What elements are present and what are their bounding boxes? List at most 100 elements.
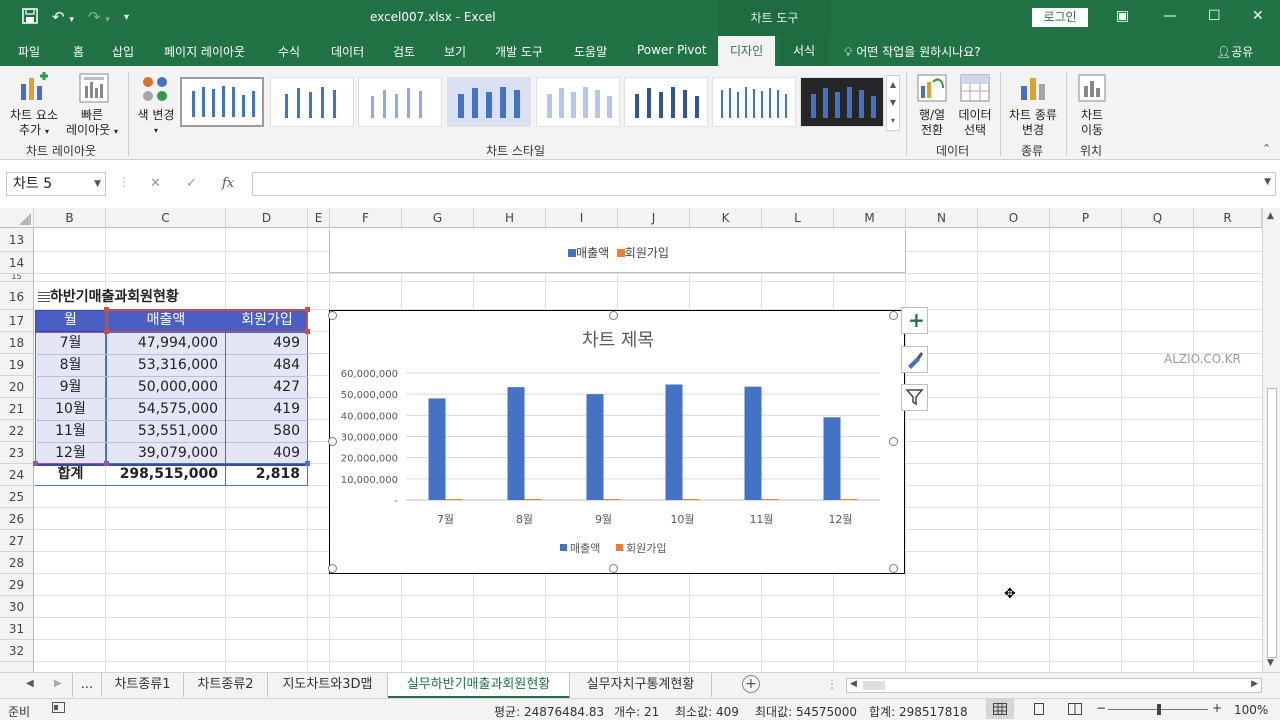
sheet-tab[interactable]: 차트종류2: [184, 673, 268, 697]
scroll-down-icon[interactable]: ▼: [887, 94, 899, 112]
select-data-icon[interactable]: [960, 74, 990, 105]
enter-icon[interactable]: ✓: [186, 176, 197, 191]
table-cell[interactable]: 9월: [35, 376, 106, 398]
switch-row-column-icon[interactable]: [917, 74, 947, 105]
select-all-corner[interactable]: [0, 208, 34, 228]
table-cell[interactable]: 47,994,000: [106, 332, 226, 354]
row-header[interactable]: 24: [0, 464, 34, 486]
sheet-tab[interactable]: 차트종류1: [102, 673, 184, 697]
column-header[interactable]: R: [1194, 208, 1262, 228]
scroll-thumb[interactable]: [1267, 388, 1277, 658]
add-chart-element-button[interactable]: 차트 요소 추가 ▾: [6, 108, 62, 139]
minimize-icon[interactable]: —: [1163, 8, 1177, 24]
horizontal-scrollbar[interactable]: ◀ ▶: [846, 678, 1262, 693]
change-colors-button[interactable]: 색 변경 ▾: [134, 108, 178, 138]
zoom-slider-thumb[interactable]: [1157, 704, 1161, 715]
row-header[interactable]: 26: [0, 508, 34, 530]
normal-view-button[interactable]: [986, 699, 1014, 719]
tab-splitter-icon[interactable]: ⋮: [826, 677, 838, 691]
undo-icon[interactable]: ↶ ▾: [52, 8, 74, 26]
dropdown-arrow-icon[interactable]: ▼: [94, 173, 101, 195]
row-header[interactable]: 13: [0, 228, 34, 252]
tab-view[interactable]: 보기: [444, 43, 466, 60]
chart-style-1[interactable]: [180, 77, 264, 127]
row-header[interactable]: 27: [0, 530, 34, 552]
tab-data[interactable]: 데이터: [331, 43, 364, 60]
total-sales[interactable]: 298,515,000: [106, 463, 226, 485]
column-header[interactable]: E: [308, 208, 330, 228]
sheet-tab[interactable]: 실무자치구통계현황: [570, 673, 712, 697]
column-header[interactable]: C: [106, 208, 226, 228]
table-cell[interactable]: 53,551,000: [106, 420, 226, 442]
column-header[interactable]: P: [1050, 208, 1122, 228]
scroll-left-icon[interactable]: ◀: [850, 679, 857, 689]
row-header[interactable]: 14: [0, 252, 34, 274]
redo-icon[interactable]: ↷ ▾: [88, 8, 110, 26]
chart-style-8[interactable]: [800, 77, 884, 127]
tab-review[interactable]: 검토: [393, 43, 415, 60]
move-chart-icon[interactable]: [1078, 74, 1106, 105]
row-header[interactable]: 32: [0, 640, 34, 662]
change-colors-icon[interactable]: [140, 74, 170, 107]
insert-function-icon[interactable]: fx: [222, 176, 234, 191]
zoom-out-icon[interactable]: −: [1096, 701, 1106, 715]
row-header[interactable]: [0, 662, 34, 672]
total-label[interactable]: 합계: [35, 463, 106, 485]
table-cell[interactable]: 427: [226, 376, 308, 398]
table-cell[interactable]: 54,575,000: [106, 398, 226, 420]
chart-style-2[interactable]: [270, 77, 354, 127]
close-icon[interactable]: ✕: [1252, 8, 1264, 24]
row-header[interactable]: 15: [0, 274, 34, 282]
column-header[interactable]: J: [618, 208, 690, 228]
prev-sheet-icon[interactable]: ◀: [26, 678, 34, 689]
new-sheet-icon[interactable]: +: [742, 675, 760, 693]
change-chart-type-icon[interactable]: [1018, 74, 1048, 105]
quick-layout-button[interactable]: 빠른 레이아웃 ▾: [62, 108, 122, 139]
table-cell[interactable]: 484: [226, 354, 308, 376]
page-layout-view-icon[interactable]: [1032, 703, 1046, 718]
chart-style-3[interactable]: [358, 77, 442, 127]
chart-styles-button[interactable]: [901, 346, 928, 373]
resize-handle[interactable]: [889, 564, 898, 573]
column-header[interactable]: H: [474, 208, 546, 228]
resize-handle[interactable]: [889, 437, 898, 446]
row-header[interactable]: 20: [0, 376, 34, 398]
table-cell[interactable]: 10월: [35, 398, 106, 420]
column-header[interactable]: G: [402, 208, 474, 228]
row-header[interactable]: 31: [0, 618, 34, 640]
chart-style-5[interactable]: [536, 77, 620, 127]
save-icon[interactable]: [22, 8, 38, 28]
header-month[interactable]: 월: [35, 309, 106, 331]
zoom-in-icon[interactable]: +: [1212, 701, 1222, 715]
column-header[interactable]: K: [690, 208, 762, 228]
chart-style-6[interactable]: [624, 77, 708, 127]
tab-developer[interactable]: 개발 도구: [495, 43, 543, 60]
column-header[interactable]: O: [978, 208, 1050, 228]
chart-filters-button[interactable]: [901, 384, 928, 411]
share-button[interactable]: 👤︎공유: [1216, 43, 1253, 60]
chart-above[interactable]: 매출액 회원가입: [329, 230, 906, 273]
vertical-scrollbar[interactable]: ▲ ▼: [1262, 208, 1280, 672]
page-break-view-icon[interactable]: [1068, 703, 1082, 718]
collapse-ribbon-icon[interactable]: ⌃: [1262, 142, 1271, 155]
scroll-up-icon[interactable]: ▲: [1267, 211, 1274, 221]
more-sheets-button[interactable]: ...: [72, 673, 102, 697]
tab-format[interactable]: 서식: [780, 36, 829, 66]
tab-power-pivot[interactable]: Power Pivot: [637, 43, 707, 57]
zoom-level[interactable]: 100%: [1234, 703, 1268, 717]
row-header[interactable]: 22: [0, 420, 34, 442]
resize-handle[interactable]: [328, 564, 337, 573]
column-header[interactable]: D: [226, 208, 308, 228]
login-button[interactable]: 로그인: [1032, 8, 1088, 27]
add-chart-element-icon[interactable]: [18, 72, 50, 107]
quick-layout-icon[interactable]: [78, 72, 110, 107]
tab-design[interactable]: 디자인: [718, 36, 776, 66]
table-cell[interactable]: 8월: [35, 354, 106, 376]
resize-handle[interactable]: [889, 311, 898, 320]
cancel-icon[interactable]: ✕: [150, 176, 161, 191]
chart-elements-button[interactable]: +: [901, 307, 928, 334]
chart-style-scroll[interactable]: ▲ ▼ ▾: [886, 75, 900, 131]
scroll-down-icon[interactable]: ▼: [1267, 658, 1274, 668]
table-cell[interactable]: 11월: [35, 420, 106, 442]
tab-formulas[interactable]: 수식: [278, 43, 300, 60]
